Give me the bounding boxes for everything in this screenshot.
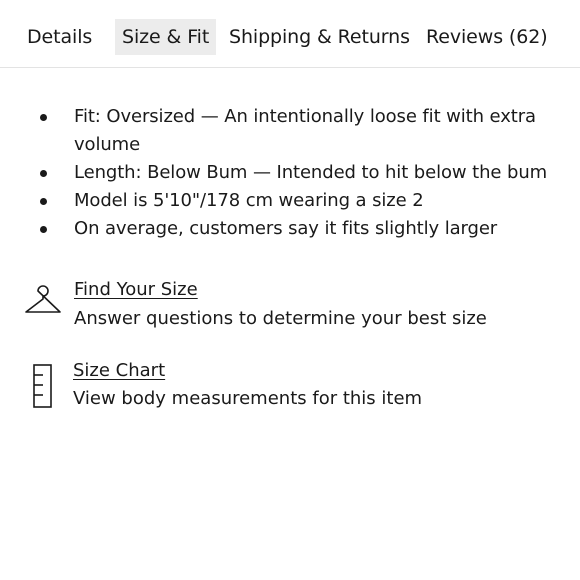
bullet-dot [40,226,47,233]
bullet-dot [40,170,47,177]
tab-size-and-fit[interactable]: Size & Fit [115,19,217,55]
bullet-dot [40,198,47,205]
tab-details[interactable]: Details [27,19,92,55]
find-your-size-link[interactable]: Find Your Size [74,278,198,302]
tab-reviews[interactable]: Reviews (62) [426,19,548,55]
product-info-tabs: Details Size & Fit Shipping & Returns Re… [0,0,580,68]
fit-bullet-text: Fit: Oversized — An intentionally loose … [74,106,536,155]
size-chart-description: View body measurements for this item [73,388,423,409]
size-chart-link[interactable]: Size Chart [73,359,165,383]
find-your-size-description: Answer questions to determine your best … [74,308,487,329]
length-bullet-text: Length: Below Bum — Intended to hit belo… [74,162,548,183]
bullet-dot [40,114,47,121]
hanger-icon [24,282,62,320]
ruler-icon [32,364,54,412]
model-bullet-text: Model is 5'10"/178 cm wearing a size 2 [74,190,424,211]
tab-shipping-and-returns[interactable]: Shipping & Returns [229,19,410,55]
customer-fit-bullet-text: On average, customers say it fits slight… [74,218,498,239]
